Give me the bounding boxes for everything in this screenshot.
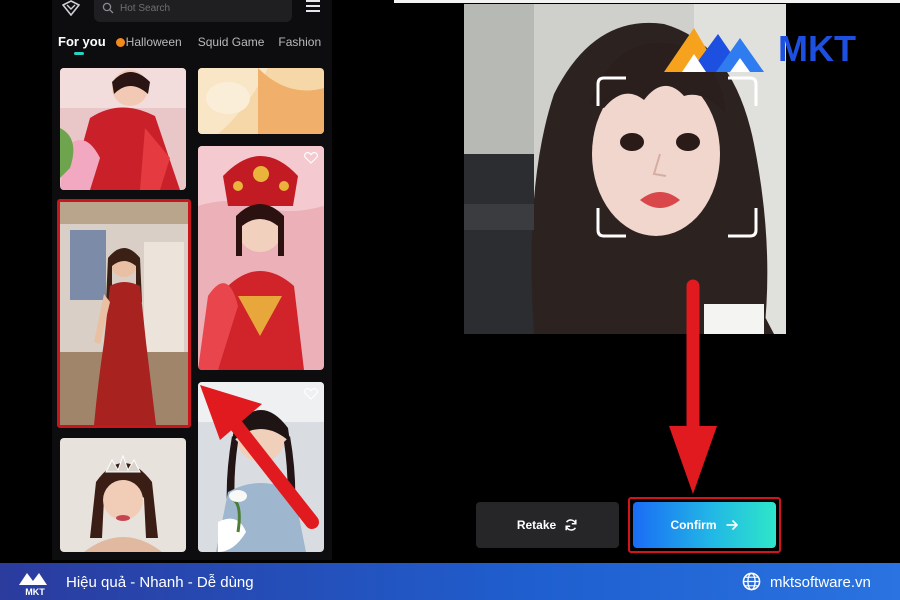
tab-squid-game[interactable]: Squid Game bbox=[188, 32, 271, 52]
footer-slogan: Hiệu quả - Nhanh - Dễ dùng bbox=[66, 574, 254, 591]
template-thumbnail bbox=[198, 382, 324, 552]
footer-logo-icon: MKT bbox=[19, 573, 47, 596]
heart-icon[interactable] bbox=[304, 388, 318, 400]
template-card-red-bride[interactable] bbox=[198, 146, 324, 370]
footer-logo-text: MKT bbox=[25, 587, 45, 596]
globe-icon bbox=[742, 572, 761, 591]
template-thumbnail bbox=[198, 146, 324, 370]
category-tabs: For you Halloween Squid Game Fashion bbox=[52, 32, 332, 56]
tab-for-you[interactable]: For you bbox=[52, 32, 112, 55]
template-thumbnail bbox=[60, 68, 186, 190]
window-top-strip bbox=[394, 0, 900, 3]
tab-fashion[interactable]: Fashion bbox=[270, 32, 327, 52]
template-thumbnail bbox=[198, 68, 324, 134]
search-icon bbox=[102, 2, 114, 14]
search-bar[interactable] bbox=[94, 0, 292, 22]
template-card-braids[interactable] bbox=[198, 382, 324, 552]
template-card-tiara[interactable] bbox=[60, 438, 186, 552]
screenshot-canvas: For you Halloween Squid Game Fashion bbox=[0, 0, 900, 600]
menu-icon[interactable] bbox=[306, 0, 320, 12]
search-input[interactable] bbox=[120, 2, 280, 14]
arrow-right-icon bbox=[726, 519, 738, 531]
tab-halloween[interactable]: Halloween bbox=[112, 32, 188, 52]
gallery-topbar bbox=[52, 0, 332, 22]
template-thumbnail bbox=[60, 438, 186, 552]
retake-button[interactable]: Retake bbox=[476, 502, 619, 548]
template-card-red-hanfu[interactable] bbox=[60, 68, 186, 190]
pumpkin-icon bbox=[115, 38, 125, 47]
confirm-label: Confirm bbox=[670, 518, 717, 532]
retake-label: Retake bbox=[516, 518, 557, 532]
template-card-peach[interactable] bbox=[198, 68, 324, 134]
confirm-button[interactable]: Confirm bbox=[633, 502, 776, 548]
brand-name: MKT bbox=[778, 28, 856, 69]
refresh-icon bbox=[565, 519, 577, 531]
template-gallery-panel: For you Halloween Squid Game Fashion bbox=[52, 0, 332, 560]
tab-halloween-label: Halloween bbox=[125, 35, 182, 49]
footer-website-link[interactable]: mktsoftware.vn bbox=[770, 574, 871, 591]
footer-banner: MKT Hiệu quả - Nhanh - Dễ dùng mktsoftwa… bbox=[0, 563, 900, 600]
template-card-red-dress-selected[interactable] bbox=[57, 199, 191, 428]
heart-icon[interactable] bbox=[304, 152, 318, 164]
face-scan-frame bbox=[596, 76, 758, 238]
template-thumbnail bbox=[60, 202, 188, 425]
app-logo-icon[interactable] bbox=[62, 0, 80, 16]
